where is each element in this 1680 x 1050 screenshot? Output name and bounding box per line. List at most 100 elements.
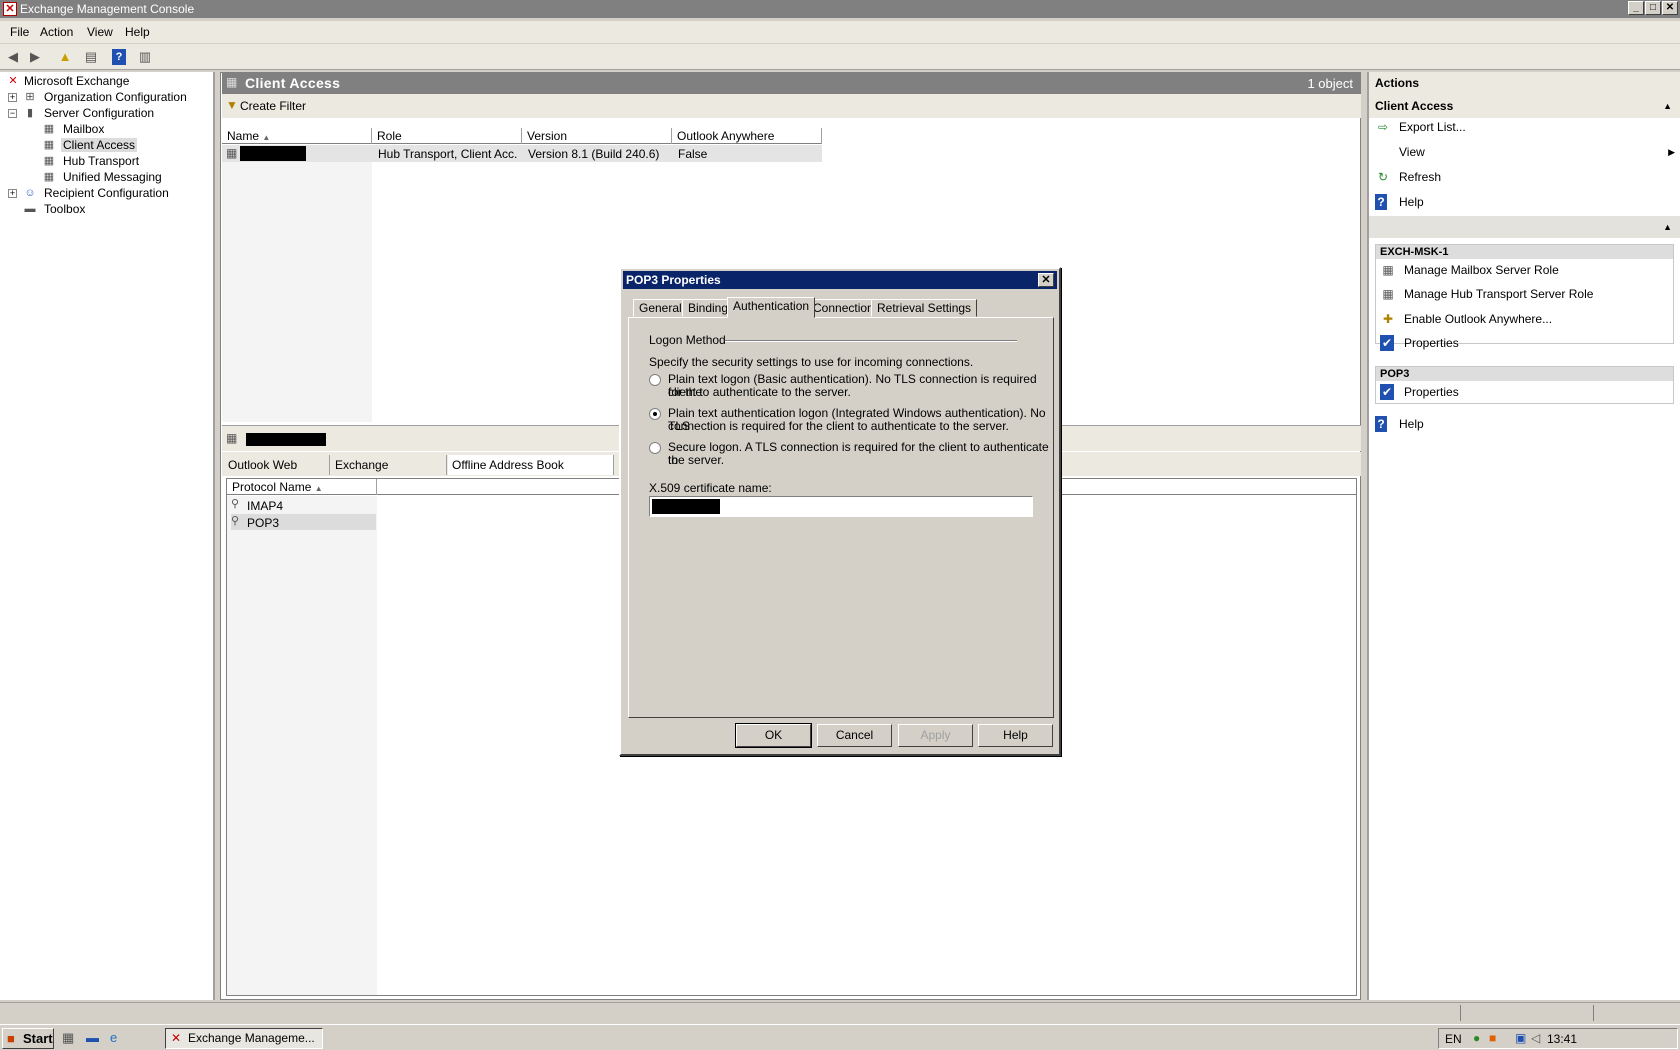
hub-transport-server-icon: ▦ [1382,287,1394,301]
action-export-list[interactable]: ⇨ Export List... [1375,116,1675,138]
action-group-server: EXCH-MSK-1 ▦ Manage Mailbox Server Role … [1375,244,1674,351]
redacted-server-name [246,433,326,446]
collapse-arrow-icon[interactable]: ▲ [1663,94,1672,118]
expand-icon[interactable]: + [8,93,17,102]
tab-authentication[interactable]: Authentication [727,297,816,318]
maximize-button[interactable]: □ [1645,1,1661,15]
help-button[interactable]: Help [978,724,1053,747]
expand-icon[interactable]: + [8,189,17,198]
help-icon: ? [1375,416,1387,432]
action-view[interactable]: View ▶ [1375,141,1675,163]
result-pane-header: ▦ Client Access 1 object [222,72,1361,94]
tab-outlook-web-access[interactable]: Outlook Web Access [224,455,330,492]
client-access-header-icon: ▦ [226,75,238,89]
radio-integrated-windows-authentication[interactable] [649,408,661,420]
show-hide-tree-icon[interactable]: ▤ [82,48,100,66]
server-grid-header: Name ▲ Role Version Outlook Anywhere Ena… [222,128,822,159]
start-button[interactable]: ■ Start [2,1028,54,1049]
pop3-group-title: POP3 [1376,367,1673,381]
collapse-arrow-icon[interactable]: ▲ [1663,216,1672,238]
show-hide-action-pane-icon[interactable]: ▥ [136,48,154,66]
security-intro-text: Specify the security settings to use for… [649,355,974,369]
server-group-title: EXCH-MSK-1 [1376,245,1673,259]
close-window-button[interactable]: ✕ [1662,1,1678,15]
action-enable-outlook-anywhere[interactable]: ✚ Enable Outlook Anywhere... [1380,308,1670,330]
action-help[interactable]: ? Help [1375,191,1675,213]
create-filter-button[interactable]: Create Filter [240,99,306,113]
show-desktop-icon[interactable]: ▬ [86,1030,99,1045]
exchange-app-icon: ✕ [3,2,17,16]
certificate-name-label: X.509 certificate name: [649,481,772,495]
cancel-button[interactable]: Cancel [817,724,892,747]
mailbox-server-icon: ▦ [1382,263,1394,277]
minimize-button[interactable]: _ [1628,1,1644,15]
refresh-icon: ↻ [1377,170,1389,184]
server-row[interactable]: ▦ Hub Transport, Client Acc... Version 8… [222,145,822,162]
exchange-icon: ✕ [8,75,18,87]
tab-offline-address-book[interactable]: Offline Address Book Distribution [448,455,614,492]
dialog-close-button[interactable]: ✕ [1038,273,1054,287]
forward-arrow-icon[interactable]: ▶ [26,48,44,66]
column-name[interactable]: Name ▲ [222,128,372,144]
column-protocol-name[interactable]: Protocol Name ▲ [227,479,377,495]
column-outlook-anywhere[interactable]: Outlook Anywhere Enabled [672,128,822,159]
tray-app-icon-2[interactable]: ■ [1489,1031,1496,1045]
action-manage-hub-role[interactable]: ▦ Manage Hub Transport Server Role [1380,283,1670,305]
menu-view[interactable]: View [87,25,113,39]
logon-method-group-label: Logon Method [649,333,726,347]
tab-retrieval-settings[interactable]: Retrieval Settings [871,299,978,317]
server-version: Version 8.1 (Build 240.6) [528,147,660,161]
filter-icon: ▼ [226,98,238,112]
help-icon[interactable]: ? [112,49,126,65]
sort-ascending-icon: ▲ [262,133,271,142]
language-indicator[interactable]: EN [1445,1032,1462,1046]
menu-help[interactable]: Help [125,25,150,39]
ok-button[interactable]: OK [735,723,812,748]
status-divider [1460,1005,1461,1021]
radio-secure-logon[interactable] [649,442,661,454]
certificate-name-field[interactable] [649,496,1033,517]
action-refresh[interactable]: ↻ Refresh [1375,166,1675,188]
radio-basic-authentication[interactable] [649,374,661,386]
action-manage-mailbox-role[interactable]: ▦ Manage Mailbox Server Role [1380,259,1670,281]
menu-file[interactable]: File [10,25,29,39]
back-arrow-icon[interactable]: ◀ [4,48,22,66]
server-outlook-anywhere: False [678,147,708,161]
action-pop3-properties[interactable]: ✔ Properties [1380,381,1670,403]
protocol-icon: ⚲ [231,498,240,510]
option-secure-line1: Secure logon. A TLS connection is requir… [668,440,1049,467]
action-server-properties[interactable]: ✔ Properties [1380,332,1670,354]
protocol-column-highlight [227,496,377,995]
status-divider [1593,1005,1594,1021]
up-folder-icon[interactable]: ▲ [56,48,74,66]
server-manager-icon[interactable]: ▦ [62,1030,74,1046]
clock[interactable]: 13:41 [1547,1032,1577,1046]
submenu-arrow-icon: ▶ [1668,147,1675,157]
column-version[interactable]: Version [522,128,672,144]
filter-bar: ▼ Create Filter [222,94,1361,118]
redacted-certificate-name [652,499,720,514]
tray-app-icon[interactable]: ● [1473,1031,1480,1045]
taskbar-exchange-console[interactable]: ✕ Exchange Manageme... [165,1028,323,1049]
collapse-icon[interactable]: − [8,109,17,118]
redacted-server-name [240,146,306,161]
windows-logo-icon: ■ [7,1031,15,1046]
server-icon: ▦ [226,431,238,445]
menu-action[interactable]: Action [40,25,73,39]
actions-section-selection[interactable]: ▲ [1369,216,1680,238]
actions-section-client-access[interactable]: Client Access ▲ [1369,94,1680,118]
column-role[interactable]: Role [372,128,522,144]
action-help-2[interactable]: ? Help [1375,413,1675,435]
internet-explorer-icon[interactable]: e [110,1030,117,1045]
network-icon[interactable]: ▣ [1515,1031,1526,1045]
tab-general[interactable]: General [633,299,688,317]
actions-header: Actions [1369,72,1680,94]
authentication-tab-body: Logon Method Specify the security settin… [628,317,1054,718]
volume-icon[interactable]: ◁ [1531,1031,1540,1045]
dialog-title: POP3 Properties [626,273,721,287]
tab-connection[interactable]: Connection [807,299,880,317]
tab-exchange-activesync[interactable]: Exchange ActiveSync [331,455,447,492]
protocol-row-pop3[interactable]: ⚲ POP3 [231,514,376,530]
object-count: 1 object [1307,76,1353,91]
protocol-row-imap4[interactable]: ⚲ IMAP4 [231,497,376,513]
